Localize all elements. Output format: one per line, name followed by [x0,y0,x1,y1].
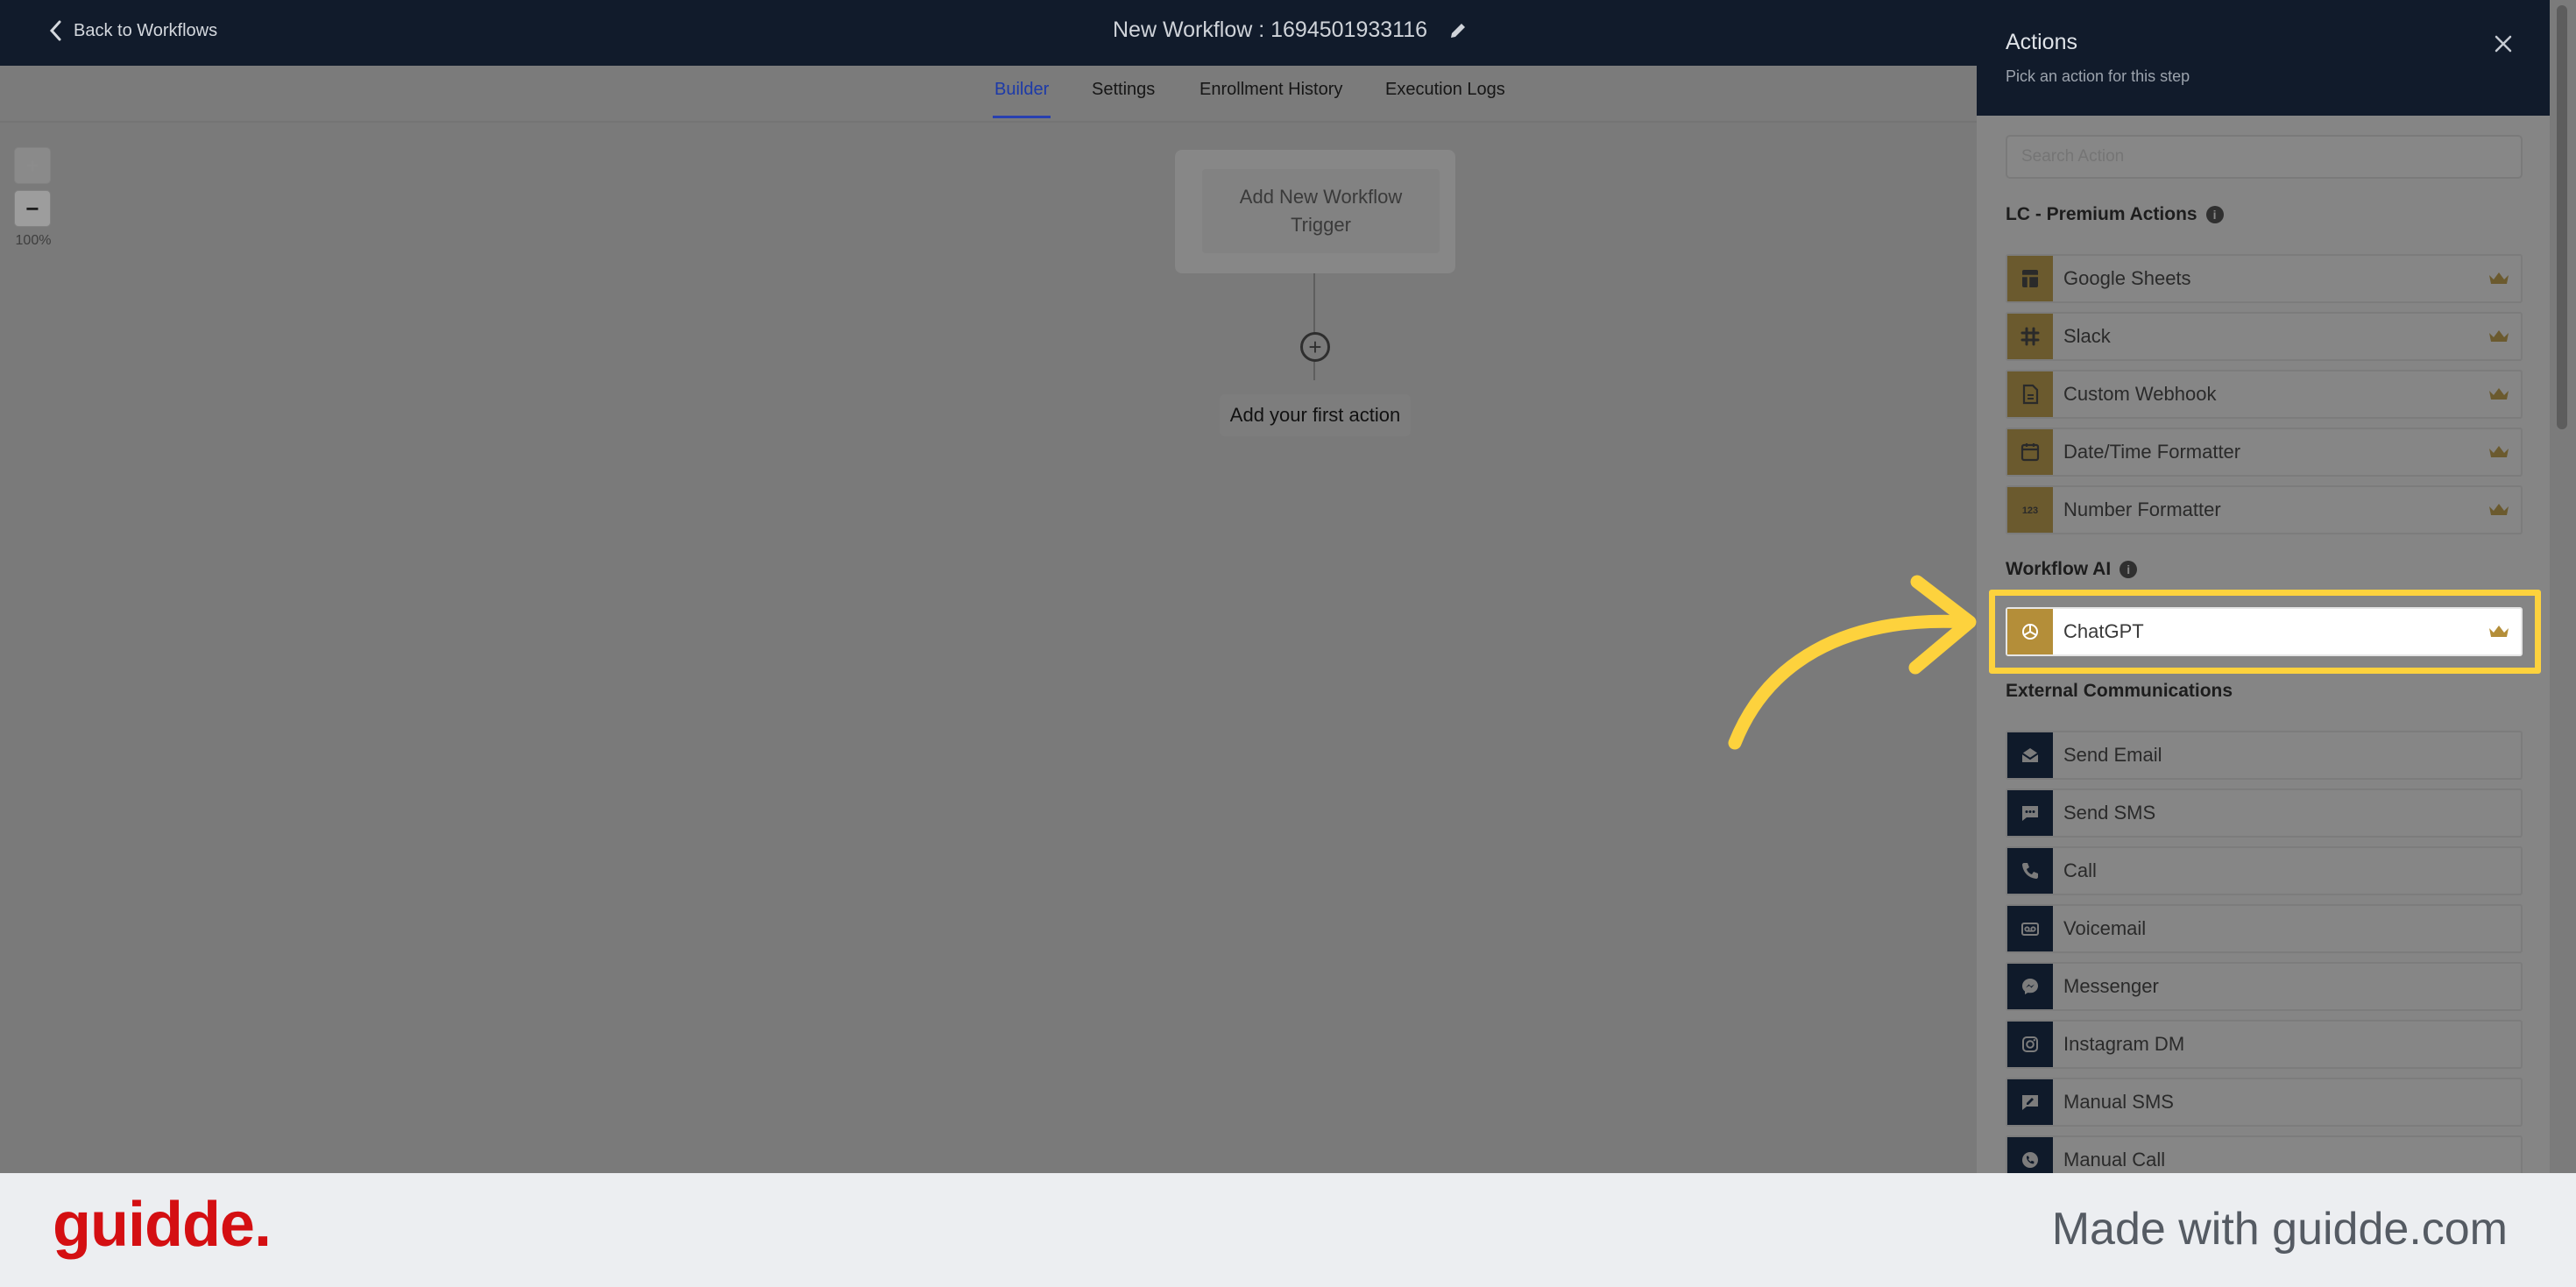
action-label: Manual SMS [2063,1091,2174,1113]
section-external-communications: External Communications [2006,681,2233,702]
chevron-left-icon [49,20,61,41]
action-label: Google Sheets [2063,267,2191,289]
scrollbar-thumb[interactable] [2557,5,2567,429]
workflow-title-text: New Workflow : 1694501933116 [1113,18,1428,42]
close-icon[interactable] [2490,31,2516,57]
info-icon[interactable]: i [2120,561,2138,578]
action-custom-webhook[interactable]: Custom Webhook [2006,370,2523,419]
action-label: Slack [2063,325,2111,347]
back-to-workflows-link[interactable]: Back to Workflows [47,19,217,42]
action-google-sheets[interactable]: Google Sheets [2006,254,2523,303]
annotation-arrow-icon [1728,575,1977,750]
back-label: Back to Workflows [74,20,218,40]
top-bar: Back to Workflows New Workflow : 1694501… [0,0,1977,66]
google-sheets-icon [2007,256,2053,301]
action-label: Manual Call [2063,1149,2166,1170]
tab-builder[interactable]: Builder [992,80,1051,118]
slack-icon [2007,314,2053,359]
action-label: Messenger [2063,975,2159,997]
workflow-connector-line [1313,273,1315,380]
action-messenger[interactable]: Messenger [2006,962,2523,1011]
action-label: Voicemail [2063,917,2147,939]
number-icon: 123 [2007,487,2053,533]
add-first-action-label[interactable]: Add your first action [1220,394,1411,436]
sms-icon [2007,790,2053,836]
tab-bar: Builder Settings Enrollment History Exec… [0,66,1977,123]
action-date-time-formatter[interactable]: Date/Time Formatter [2006,428,2523,477]
search-action-input[interactable] [2006,135,2523,179]
manual-sms-icon [2007,1079,2053,1125]
tab-settings[interactable]: Settings [1092,80,1155,100]
section-workflow-ai: Workflow AI i [2006,559,2138,580]
actions-panel-header: Actions Pick an action for this step [1977,0,2550,116]
footer-bar: guidde. Made with guidde.com [0,1173,2576,1287]
action-label: Instagram DM [2063,1033,2185,1055]
zoom-out-button[interactable]: − [14,190,51,227]
actions-panel: Actions Pick an action for this step LC … [1977,0,2550,1184]
panel-scrollbar[interactable] [2550,0,2576,1173]
workflow-title: New Workflow : 1694501933116 [1113,18,1468,43]
action-label: Send SMS [2063,802,2156,824]
action-send-sms[interactable]: Send SMS [2006,788,2523,838]
webhook-icon [2007,371,2053,417]
add-step-plus-icon[interactable]: + [1300,332,1330,362]
phone-icon [2007,848,2053,894]
tab-execution-logs[interactable]: Execution Logs [1385,80,1505,100]
pencil-icon[interactable] [1448,21,1468,40]
section-ai-label: Workflow AI [2006,559,2112,579]
panel-title: Actions [2006,30,2077,54]
email-icon [2007,732,2053,778]
action-manual-sms[interactable]: Manual SMS [2006,1078,2523,1127]
info-icon[interactable]: i [2205,206,2224,223]
messenger-icon [2007,964,2053,1009]
calendar-icon [2007,429,2053,475]
crown-icon [2489,272,2509,284]
chatgpt-highlight-frame [1989,590,2541,674]
zoom-in-button[interactable]: + [14,147,51,184]
action-label: Send Email [2063,744,2162,766]
action-instagram-dm[interactable]: Instagram DM [2006,1020,2523,1069]
svg-text:123: 123 [2022,506,2038,516]
voicemail-icon [2007,906,2053,951]
crown-icon [2489,504,2509,515]
action-label: Custom Webhook [2063,383,2217,405]
add-trigger-card[interactable]: Add New Workflow Trigger [1202,169,1440,253]
action-slack[interactable]: Slack [2006,312,2523,361]
zoom-level: 100% [15,233,52,248]
action-send-email[interactable]: Send Email [2006,731,2523,780]
section-premium-actions: LC - Premium Actions i [2006,204,2224,225]
section-external-label: External Communications [2006,681,2233,701]
zoom-controls: + − 100% [14,147,53,249]
guidde-logo: guidde. [53,1190,272,1260]
section-premium-label: LC - Premium Actions [2006,204,2197,224]
crown-icon [2489,446,2509,457]
action-label: Number Formatter [2063,499,2221,520]
action-number-formatter[interactable]: 123 Number Formatter [2006,485,2523,534]
made-with-text: Made with guidde.com [2051,1204,2508,1255]
action-voicemail[interactable]: Voicemail [2006,904,2523,953]
action-label: Call [2063,859,2097,881]
action-label: Date/Time Formatter [2063,441,2241,463]
instagram-icon [2007,1022,2053,1067]
panel-subtitle: Pick an action for this step [2006,67,2190,85]
action-call[interactable]: Call [2006,846,2523,895]
tab-enrollment-history[interactable]: Enrollment History [1200,80,1342,100]
crown-icon [2489,388,2509,400]
crown-icon [2489,330,2509,342]
